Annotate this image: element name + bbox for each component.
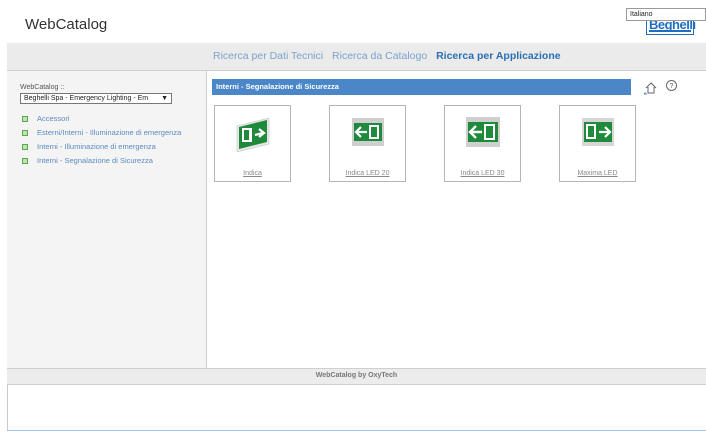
tree-item-interni-illuminazione[interactable]: Interni - Illuminazione di emergenza (22, 142, 181, 156)
app-title: WebCatalog (25, 16, 108, 33)
breadcrumb[interactable]: WebCatalog :: (20, 84, 64, 91)
nav-link-applicazione[interactable]: Ricerca per Applicazione (436, 50, 561, 62)
product-label[interactable]: Indica (215, 170, 290, 177)
exit-sign-angled-icon (236, 117, 269, 153)
logo-underline (649, 30, 691, 32)
bullet-icon (22, 130, 28, 136)
tree-item-interni-segnalazione[interactable]: Interni - Segnalazione di Sicurezza (22, 156, 181, 170)
footer: WebCatalog by OxyTech (7, 369, 706, 385)
product-card-indica-led-20[interactable]: Indica LED 20 (329, 105, 406, 182)
tree-item-esterni-interni[interactable]: Esterni/Interni - Illuminazione di emerg… (22, 128, 181, 142)
tree-item-label: Accessori (37, 114, 70, 123)
product-card-maxima-led[interactable]: Maxima LED (559, 105, 636, 182)
nav-links: Ricerca per Dati Tecnici Ricerca da Cata… (213, 50, 567, 62)
nav-link-catalogo[interactable]: Ricerca da Catalogo (332, 50, 427, 62)
product-label[interactable]: Indica LED 30 (445, 170, 520, 177)
section-title: Interni - Segnalazione di Sicurezza (216, 82, 339, 91)
header: WebCatalog Beghelli (7, 6, 706, 44)
catalog-select-value: Beghelli Spa - Emergency Lighting - Em (24, 95, 149, 102)
tree-item-accessori[interactable]: Accessori (22, 114, 181, 128)
bullet-icon (22, 144, 28, 150)
exit-sign-left-icon (465, 117, 500, 147)
exit-sign-left-icon (351, 118, 384, 146)
nav-link-dati-tecnici[interactable]: Ricerca per Dati Tecnici (213, 50, 323, 62)
bottom-border (7, 430, 706, 431)
catalog-select[interactable]: Beghelli Spa - Emergency Lighting - Em ▼ (20, 93, 172, 104)
tree-item-label: Esterni/Interni - Illuminazione di emerg… (37, 128, 182, 137)
product-label[interactable]: Indica LED 20 (330, 170, 405, 177)
section-title-bar: Interni - Segnalazione di Sicurezza (212, 79, 631, 95)
home-icon[interactable] (643, 80, 659, 96)
footer-text: WebCatalog by OxyTech (315, 372, 398, 379)
product-card-indica[interactable]: Indica (214, 105, 291, 182)
language-select[interactable]: Italiano (626, 8, 706, 21)
dropdown-arrow-icon: ▼ (161, 95, 168, 102)
tree-item-label: Interni - Illuminazione di emergenza (37, 142, 156, 151)
help-icon[interactable]: ? (666, 80, 677, 91)
nav-bar: Ricerca per Dati Tecnici Ricerca da Cata… (7, 43, 706, 71)
bullet-icon (22, 158, 28, 164)
product-label[interactable]: Maxima LED (560, 170, 635, 177)
category-tree: Accessori Esterni/Interni - Illuminazion… (22, 114, 181, 170)
tree-item-label: Interni - Segnalazione di Sicurezza (37, 156, 153, 165)
product-card-indica-led-30[interactable]: Indica LED 30 (444, 105, 521, 182)
bullet-icon (22, 116, 28, 122)
exit-sign-right-icon (581, 118, 614, 146)
